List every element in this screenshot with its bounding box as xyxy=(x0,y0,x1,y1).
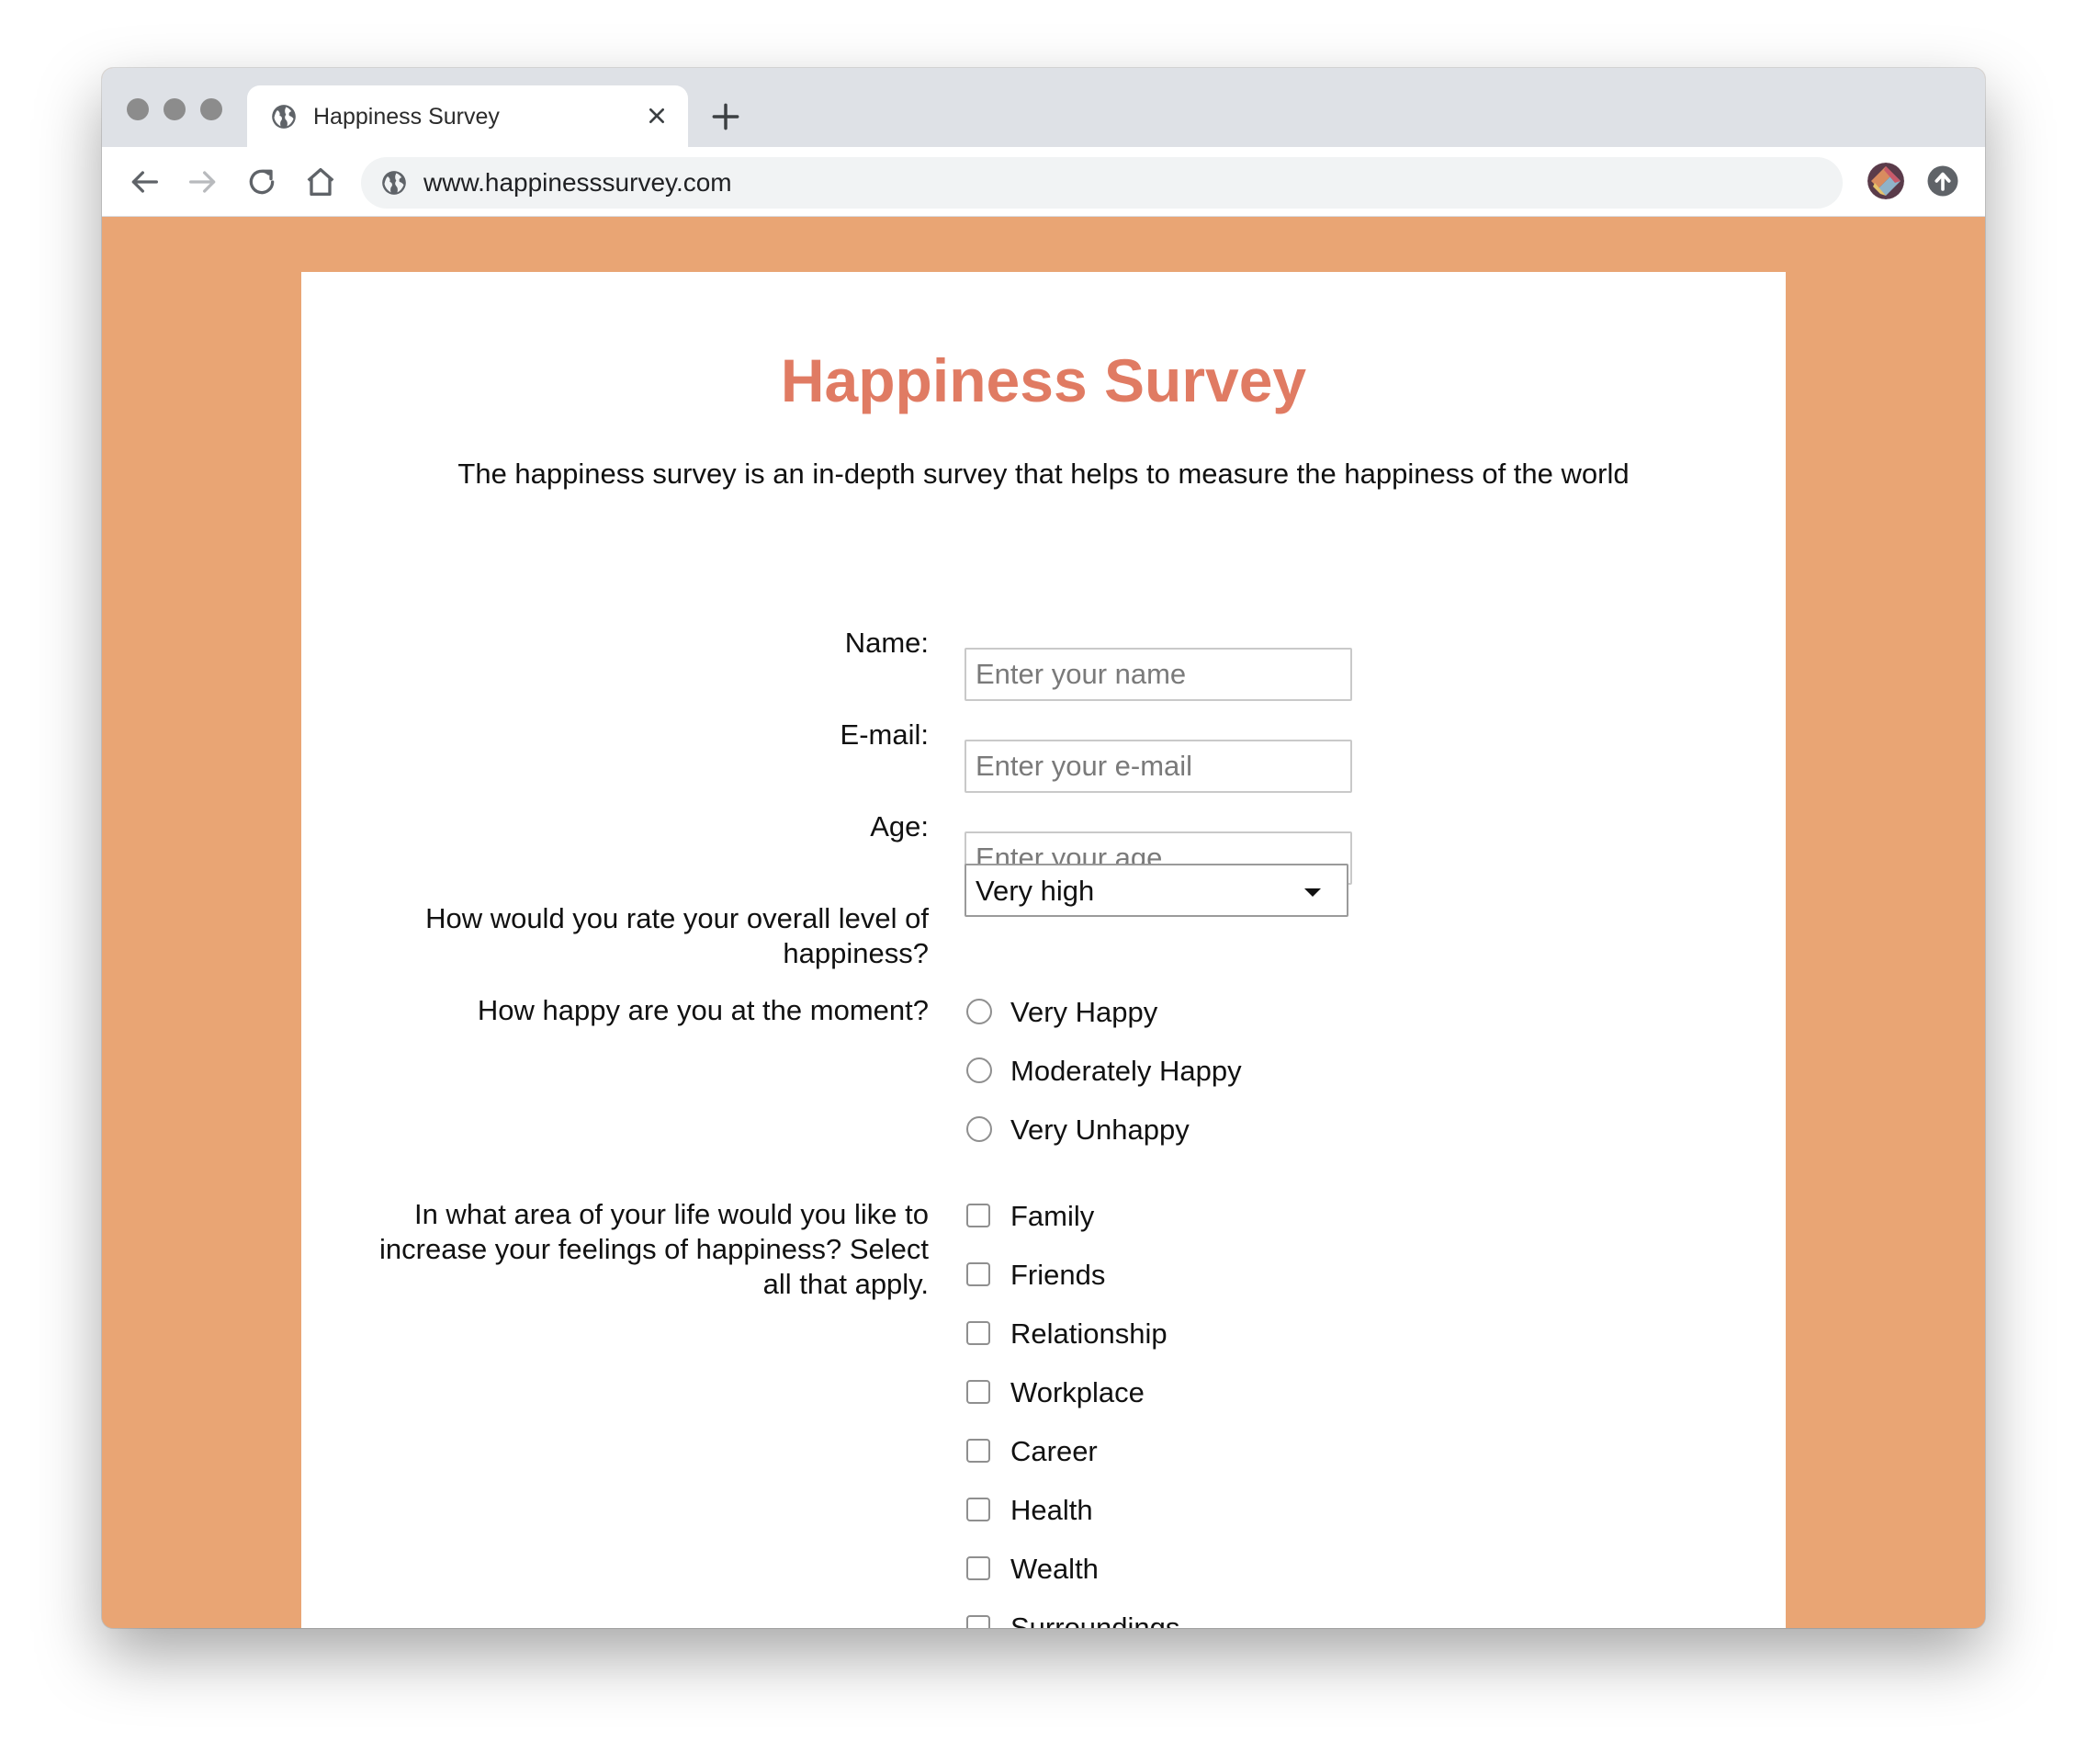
checkbox[interactable] xyxy=(966,1439,990,1463)
checkbox-label: Career xyxy=(1010,1435,1098,1467)
page-title: Happiness Survey xyxy=(780,346,1307,414)
survey-card: Happiness Survey The happiness survey is… xyxy=(301,272,1786,1628)
checkbox-label: Workplace xyxy=(1010,1376,1145,1408)
checkbox-label: Health xyxy=(1010,1494,1093,1526)
radio-label: Very Happy xyxy=(1010,996,1158,1028)
email-label: E-mail: xyxy=(840,718,929,751)
overall-happiness-selected: Very high xyxy=(976,875,1095,907)
checkbox-label: Wealth xyxy=(1010,1553,1099,1585)
life-areas-label-line1: In what area of your life would you like… xyxy=(413,1198,929,1230)
age-label: Age: xyxy=(870,810,929,842)
checkbox-label: Relationship xyxy=(1010,1317,1168,1350)
life-areas-label-line2: increase your feelings of happiness? Sel… xyxy=(379,1233,929,1265)
update-icon[interactable] xyxy=(1926,164,1959,198)
checkbox[interactable] xyxy=(966,1498,990,1521)
radio-button[interactable] xyxy=(966,999,992,1024)
back-arrow-icon[interactable] xyxy=(126,164,163,200)
checkbox-label: Family xyxy=(1010,1200,1095,1232)
url-text: www.happinesssurvey.com xyxy=(423,168,732,197)
close-tab-icon[interactable] xyxy=(642,101,671,130)
life-areas-label: In what area of your life would you like… xyxy=(379,1197,929,1302)
maximize-window-button[interactable] xyxy=(200,98,222,120)
checkbox-label: Friends xyxy=(1010,1259,1106,1291)
checkbox[interactable] xyxy=(966,1556,990,1580)
radio-label: Moderately Happy xyxy=(1010,1055,1242,1087)
home-icon[interactable] xyxy=(302,164,339,200)
browser-toolbar: www.happinesssurvey.com xyxy=(102,147,1985,217)
radio-label: Very Unhappy xyxy=(1010,1114,1190,1146)
tab-strip: Happiness Survey xyxy=(102,68,1985,147)
overall-happiness-label: How would you rate your overall level of… xyxy=(425,901,929,971)
radio-button[interactable] xyxy=(966,1057,992,1083)
address-bar[interactable]: www.happinesssurvey.com xyxy=(361,157,1843,209)
radio-button[interactable] xyxy=(966,1116,992,1142)
browser-window: Happiness Survey www.happinesssurvey.com… xyxy=(102,68,1985,1628)
profile-avatar[interactable] xyxy=(1867,163,1904,199)
checkbox[interactable] xyxy=(966,1204,990,1227)
reload-icon[interactable] xyxy=(243,164,280,200)
forward-arrow-icon[interactable] xyxy=(185,164,221,200)
email-input[interactable] xyxy=(965,740,1352,793)
checkbox[interactable] xyxy=(966,1321,990,1345)
checkbox[interactable] xyxy=(966,1380,990,1404)
page-description: The happiness survey is an in-depth surv… xyxy=(457,458,1630,490)
close-window-button[interactable] xyxy=(127,98,149,120)
overall-happiness-label-line1: How would you rate your overall level of xyxy=(425,902,929,934)
minimize-window-button[interactable] xyxy=(164,98,186,120)
name-input[interactable] xyxy=(965,648,1352,701)
globe-icon xyxy=(382,171,406,195)
name-label: Name: xyxy=(844,627,929,659)
overall-happiness-label-line2: happiness? xyxy=(783,937,929,969)
life-areas-label-line3: all that apply. xyxy=(762,1268,929,1300)
checkbox-label: Surroundings xyxy=(1010,1611,1180,1628)
overall-happiness-select[interactable]: Very high xyxy=(965,864,1348,917)
new-tab-icon[interactable] xyxy=(708,99,743,134)
browser-tab[interactable]: Happiness Survey xyxy=(247,85,688,147)
globe-icon xyxy=(272,105,296,129)
moment-happiness-label: How happy are you at the moment? xyxy=(477,994,929,1026)
page-viewport: Happiness Survey The happiness survey is… xyxy=(102,217,1985,1628)
checkbox[interactable] xyxy=(966,1262,990,1286)
tab-title: Happiness Survey xyxy=(313,104,500,130)
dropdown-arrow-icon xyxy=(1304,888,1321,897)
checkbox[interactable] xyxy=(966,1615,990,1628)
